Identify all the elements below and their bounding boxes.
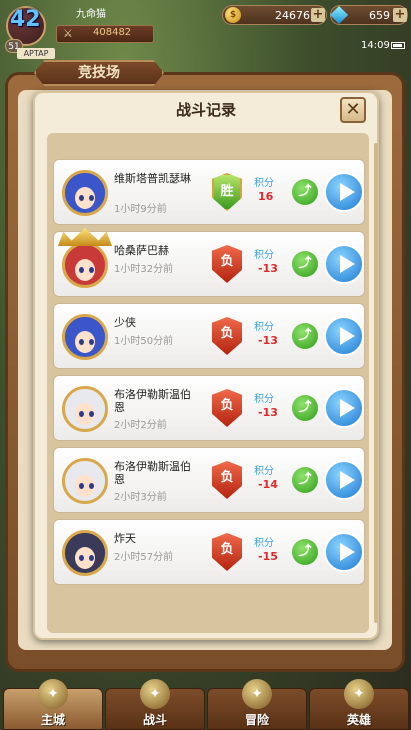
- gold-value: 24676: [275, 9, 310, 22]
- score-label: 积分: [254, 466, 274, 477]
- opponent-avatar: [62, 314, 108, 360]
- nav-tab[interactable]: ✦ 英雄: [309, 679, 409, 730]
- record-list[interactable]: 维斯塔普凯瑟琳 1小时9分前 胜 积分 16 ⤴ 哈桑萨巴赫 1小时32分前 负…: [47, 133, 369, 633]
- share-button[interactable]: ⤴: [292, 539, 318, 565]
- bottom-nav: ✦ 主城 ✦ 战斗 ✦ 冒险 ✦ 英雄: [0, 679, 411, 730]
- nav-tab-label: 主城: [40, 713, 65, 727]
- crown-icon: [58, 228, 112, 246]
- opponent-name: 炸天: [114, 532, 136, 545]
- score-value: -13: [258, 406, 278, 419]
- nav-tab-label: 英雄: [346, 713, 371, 727]
- result-badge: 负: [212, 461, 242, 499]
- opponent-name: 布洛伊勒斯温伯恩: [114, 460, 191, 486]
- nav-tab[interactable]: ✦ 冒险: [207, 679, 307, 730]
- battle-time: 2小时57分前: [114, 552, 174, 563]
- battle-record-row: 炸天 2小时57分前 负 积分 -15 ⤴: [53, 519, 365, 585]
- score-value: -13: [258, 334, 278, 347]
- adventurer-icon: ✦: [242, 679, 272, 709]
- score-label: 积分: [254, 538, 274, 549]
- replay-button[interactable]: [324, 388, 364, 428]
- player-name: 九命猫: [76, 9, 106, 20]
- clock: 14:09: [361, 40, 390, 51]
- battle-record-dialog: 战斗记录 ✕ 维斯塔普凯瑟琳 1小时9分前 胜 积分 16 ⤴ 哈桑萨巴赫 1小…: [33, 91, 379, 640]
- replay-button[interactable]: [324, 172, 364, 212]
- opponent-avatar: [62, 242, 108, 288]
- score-value: -13: [258, 262, 278, 275]
- share-button[interactable]: ⤴: [292, 179, 318, 205]
- player-level: 42: [10, 7, 41, 32]
- score-value: -15: [258, 550, 278, 563]
- add-gem-button[interactable]: +: [393, 8, 407, 22]
- top-hud: 42 51 APTAP 九命猫 ⚔ 408482 $ 24676 + 659 +…: [0, 0, 411, 60]
- result-badge: 负: [212, 533, 242, 571]
- add-gold-button[interactable]: +: [311, 8, 325, 22]
- score-label: 积分: [254, 394, 274, 405]
- hero-helmet-icon: ✦: [344, 679, 374, 709]
- gem-counter: 659 +: [329, 5, 408, 25]
- scrollbar[interactable]: [374, 143, 378, 623]
- replay-button[interactable]: [324, 460, 364, 500]
- nav-tab-label: 战斗: [142, 713, 167, 727]
- opponent-avatar: [62, 386, 108, 432]
- opponent-name: 少侠: [114, 316, 136, 329]
- replay-button[interactable]: [324, 532, 364, 572]
- battle-time: 2小时3分前: [114, 492, 167, 503]
- result-badge: 负: [212, 245, 242, 283]
- opponent-name: 布洛伊勒斯温伯恩: [114, 388, 191, 414]
- share-button[interactable]: ⤴: [292, 251, 318, 277]
- battle-time: 1小时9分前: [114, 204, 167, 215]
- battle-record-row: 维斯塔普凯瑟琳 1小时9分前 胜 积分 16 ⤴: [53, 159, 365, 225]
- share-button[interactable]: ⤴: [292, 323, 318, 349]
- battle-record-row: 布洛伊勒斯温伯恩 2小时2分前 负 积分 -13 ⤴: [53, 375, 365, 441]
- result-badge: 胜: [212, 173, 242, 211]
- battle-record-row: 少侠 1小时50分前 负 积分 -13 ⤴: [53, 303, 365, 369]
- tap-tag: APTAP: [17, 48, 55, 59]
- nav-tab[interactable]: ✦ 战斗: [105, 679, 205, 730]
- gold-coin-icon: $: [225, 7, 241, 23]
- opponent-avatar: [62, 530, 108, 576]
- score-value: 16: [258, 190, 274, 203]
- gem-icon: [329, 5, 349, 25]
- power-value: 408482: [93, 27, 132, 38]
- opponent-avatar: [62, 458, 108, 504]
- battery-icon: [391, 42, 405, 49]
- result-badge: 负: [212, 389, 242, 427]
- swords-icon: ✦: [140, 679, 170, 709]
- gold-counter: $ 24676 +: [222, 5, 327, 25]
- opponent-name: 哈桑萨巴赫: [114, 244, 169, 257]
- dialog-title: 战斗记录: [175, 101, 236, 119]
- battle-record-row: 布洛伊勒斯温伯恩 2小时3分前 负 积分 -14 ⤴: [53, 447, 365, 513]
- score-label: 积分: [254, 178, 274, 189]
- opponent-avatar: [62, 170, 108, 216]
- arena-section-tag: 竞技场: [34, 60, 164, 86]
- share-button[interactable]: ⤴: [292, 395, 318, 421]
- gem-value: 659: [369, 9, 390, 22]
- crossed-swords-icon: ⚔: [63, 27, 73, 40]
- battle-time: 2小时2分前: [114, 420, 167, 431]
- score-value: -14: [258, 478, 278, 491]
- opponent-name: 维斯塔普凯瑟琳: [114, 172, 191, 185]
- battle-time: 1小时50分前: [114, 336, 174, 347]
- score-label: 积分: [254, 322, 274, 333]
- replay-button[interactable]: [324, 244, 364, 284]
- battle-time: 1小时32分前: [114, 264, 174, 275]
- result-badge: 负: [212, 317, 242, 355]
- replay-button[interactable]: [324, 316, 364, 356]
- nav-tab[interactable]: ✦ 主城: [3, 679, 103, 730]
- score-label: 积分: [254, 250, 274, 261]
- share-button[interactable]: ⤴: [292, 467, 318, 493]
- close-button[interactable]: ✕: [340, 97, 366, 123]
- battle-record-row: 哈桑萨巴赫 1小时32分前 负 积分 -13 ⤴: [53, 228, 365, 297]
- castle-icon: ✦: [38, 679, 68, 709]
- nav-tab-label: 冒险: [244, 713, 269, 727]
- power-plate: ⚔ 408482: [56, 25, 154, 43]
